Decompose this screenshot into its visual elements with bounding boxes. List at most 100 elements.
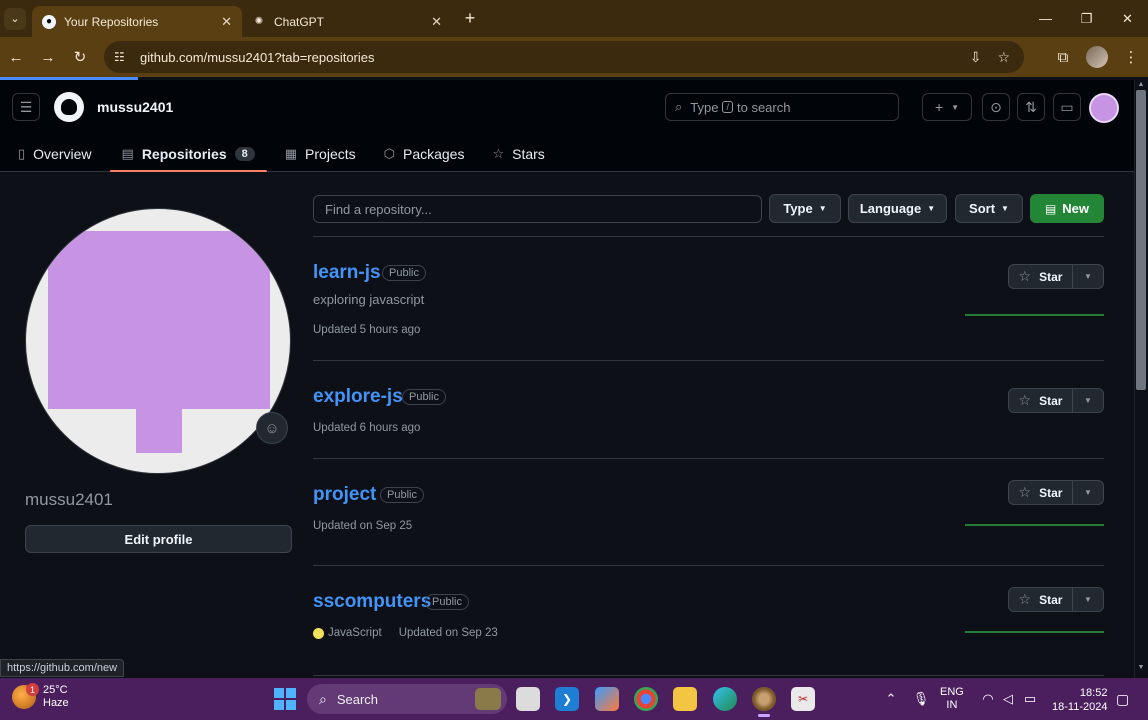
filter-label: Language — [859, 201, 922, 216]
scroll-down-icon[interactable]: ▼ — [1136, 664, 1146, 674]
edge-icon[interactable] — [713, 687, 737, 711]
tab-label: Packages — [402, 146, 465, 162]
site-info-icon[interactable]: ☷ — [114, 50, 130, 64]
repo-list-item: sscomputers Public JavaScript Updated on… — [313, 566, 1104, 676]
star-list-dropdown-icon[interactable]: ▼ — [1073, 389, 1103, 412]
star-button-group: ☆ Star ▼ — [1008, 480, 1104, 505]
repo-name-link[interactable]: explore-js — [313, 386, 403, 408]
chrome-profile-icon[interactable] — [752, 687, 776, 717]
new-repository-button[interactable]: ▤ New — [1030, 194, 1104, 223]
type-filter-button[interactable]: Type ▼ — [769, 194, 841, 223]
clock-time: 18:52 — [1079, 687, 1108, 699]
activity-sparkline — [965, 314, 1104, 316]
tab-projects[interactable]: ▦ Projects — [273, 136, 368, 172]
address-bar[interactable]: ☷ github.com/mussu2401?tab=repositories … — [104, 41, 1024, 73]
weather-widget[interactable]: 1 25°C Haze — [12, 683, 69, 710]
forward-arrow-icon[interactable]: → — [32, 41, 64, 73]
search-icon: ⌕ — [319, 690, 327, 707]
star-button-group: ☆ Star ▼ — [1008, 388, 1104, 413]
browser-profile-avatar[interactable] — [1086, 46, 1108, 68]
tab-stars[interactable]: ☆ Stars — [480, 136, 556, 172]
repo-name-link[interactable]: sscomputers — [313, 591, 431, 613]
chrome-icon[interactable] — [634, 687, 658, 711]
close-tab-icon[interactable]: ✕ — [431, 14, 442, 30]
task-view-icon[interactable] — [516, 687, 540, 711]
create-new-dropdown[interactable]: + ▼ — [922, 93, 972, 121]
maximize-icon[interactable]: ❐ — [1066, 0, 1107, 37]
window-close-icon[interactable]: ✕ — [1107, 0, 1148, 37]
search-icon: ⌕ — [675, 99, 683, 114]
repo-name-link[interactable]: project — [313, 484, 376, 506]
system-tray: ⌃ 🎙︎ — [880, 678, 934, 720]
tab-repositories[interactable]: ▤ Repositories 8 — [109, 136, 267, 172]
input-language[interactable]: ENG IN — [940, 686, 964, 712]
github-logo-icon[interactable] — [54, 92, 84, 122]
tab-overview[interactable]: ▯ Overview — [0, 136, 104, 172]
star-button[interactable]: ☆ Star — [1009, 588, 1073, 611]
browser-tab-title: ChatGPT — [274, 14, 325, 29]
browser-tabstrip: ⌄ ● Your Repositories ✕ ✺ ChatGPT ✕ + — … — [0, 0, 1148, 37]
star-list-dropdown-icon[interactable]: ▼ — [1073, 481, 1103, 504]
hamburger-menu-icon[interactable]: ☰ — [12, 93, 40, 121]
file-explorer-icon[interactable] — [673, 687, 697, 711]
close-tab-icon[interactable]: ✕ — [221, 14, 232, 30]
copilot-icon[interactable] — [595, 687, 619, 711]
browser-tab-chatgpt[interactable]: ✺ ChatGPT ✕ — [242, 6, 452, 37]
find-repository-input[interactable]: Find a repository... — [313, 195, 762, 223]
snipping-tool-icon[interactable]: ✂ — [791, 687, 815, 711]
back-arrow-icon[interactable]: ← — [0, 41, 32, 73]
repo-list-item: explore-js Public Updated 6 hours ago ☆ S… — [313, 361, 1104, 459]
sort-filter-button[interactable]: Sort ▼ — [955, 194, 1023, 223]
address-url: github.com/mussu2401?tab=repositories — [140, 49, 375, 65]
new-tab-plus-icon[interactable]: + — [458, 8, 482, 29]
star-label: Star — [1039, 393, 1063, 408]
minimize-icon[interactable]: — — [1025, 0, 1066, 37]
profile-avatar[interactable] — [25, 208, 291, 474]
star-list-dropdown-icon[interactable]: ▼ — [1073, 588, 1103, 611]
star-button-group: ☆ Star ▼ — [1008, 587, 1104, 612]
wifi-icon: ◠ — [982, 691, 994, 706]
filter-label: Type — [783, 201, 813, 216]
notifications-icon[interactable]: ▢ — [1116, 678, 1129, 720]
vscode-icon[interactable]: ❯ — [555, 687, 579, 711]
star-icon: ☆ — [1018, 591, 1032, 607]
header-username[interactable]: mussu2401 — [97, 99, 173, 115]
repo-name-link[interactable]: learn-js — [313, 262, 381, 284]
header-avatar[interactable] — [1089, 93, 1119, 123]
issues-icon[interactable]: ⊙ — [982, 93, 1010, 121]
star-icon: ☆ — [1018, 484, 1032, 500]
browser-menu-kebab-icon[interactable]: ⋮ — [1114, 48, 1148, 66]
repo-meta-row: JavaScript Updated on Sep 23 — [313, 627, 498, 639]
window-controls: — ❐ ✕ — [1025, 0, 1148, 37]
star-button[interactable]: ☆ Star — [1009, 265, 1073, 288]
browser-tab-repositories[interactable]: ● Your Repositories ✕ — [32, 6, 242, 37]
reload-icon[interactable]: ↻ — [64, 41, 96, 73]
star-list-dropdown-icon[interactable]: ▼ — [1073, 265, 1103, 288]
edit-profile-button[interactable]: Edit profile — [25, 525, 292, 553]
microphone-icon[interactable]: 🎙︎ — [908, 691, 934, 707]
set-status-smiley-icon[interactable]: ☺ — [256, 412, 288, 444]
global-search-input[interactable]: ⌕ Type / to search — [665, 93, 899, 121]
taskbar-search[interactable]: ⌕ Search — [307, 684, 507, 714]
visibility-badge: Public — [382, 265, 426, 281]
github-favicon-icon: ● — [42, 14, 56, 29]
taskbar-clock[interactable]: 18:52 18-11-2024 — [1052, 686, 1107, 714]
tab-packages[interactable]: ⬡ Packages — [372, 136, 477, 172]
inbox-icon[interactable]: ▭ — [1053, 93, 1081, 121]
tab-search-chevron-icon[interactable]: ⌄ — [4, 7, 26, 30]
caret-down-icon: ▼ — [927, 204, 936, 213]
quick-settings[interactable]: ◠ ◁ ▭ — [978, 678, 1042, 720]
scrollbar-thumb[interactable] — [1136, 90, 1146, 390]
bookmark-star-icon[interactable]: ☆ — [997, 49, 1010, 66]
language-filter-button[interactable]: Language ▼ — [848, 194, 947, 223]
github-header: ☰ mussu2401 ⌕ Type / to search + ▼ ⊙ ⇅ ▭… — [0, 80, 1134, 172]
extensions-puzzle-icon[interactable]: ⧉ — [1046, 49, 1080, 66]
pull-requests-icon[interactable]: ⇅ — [1017, 93, 1045, 121]
tab-label: Repositories — [141, 146, 227, 162]
star-button[interactable]: ☆ Star — [1009, 389, 1073, 412]
star-icon: ☆ — [1018, 268, 1032, 284]
star-button[interactable]: ☆ Star — [1009, 481, 1073, 504]
windows-start-icon[interactable] — [274, 688, 296, 710]
show-hidden-icons-chevron-icon[interactable]: ⌃ — [880, 691, 902, 707]
install-app-icon[interactable]: ⇩ — [970, 49, 982, 66]
